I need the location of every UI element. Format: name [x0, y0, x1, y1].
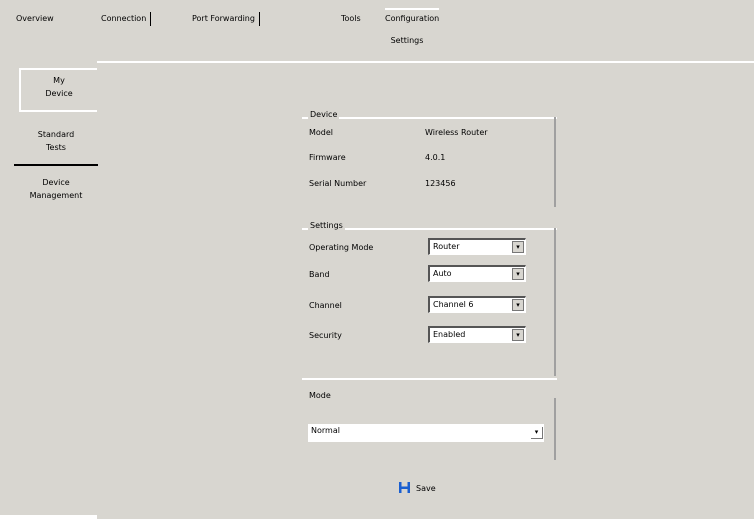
side-tab-label-line2: Tests	[46, 143, 66, 152]
mode-group-title: Mode	[309, 391, 331, 400]
mode-value: Normal	[311, 426, 340, 435]
dropdown-arrow-icon[interactable]: ▾	[512, 329, 524, 341]
device-model-label: Model	[309, 128, 334, 137]
settings-group-title: Settings	[308, 221, 345, 230]
tab-connection[interactable]: Connection	[101, 12, 152, 26]
side-tab-label-line2: Device	[45, 89, 73, 98]
dropdown-arrow-icon[interactable]: ▾	[512, 299, 524, 311]
device-model-value: Wireless Router	[425, 128, 488, 137]
dropdown-arrow-icon[interactable]: ▾	[512, 241, 524, 253]
tab-tools[interactable]: Tools	[341, 12, 361, 26]
save-label: Save	[416, 484, 436, 493]
operating-mode-label: Operating Mode	[309, 243, 374, 252]
side-tab-label-line1: Device	[42, 178, 70, 187]
side-tab-label-line1: Standard	[37, 130, 75, 139]
sub-header-title: Settings	[390, 36, 424, 45]
side-tab-device-management[interactable]: Device Management	[14, 176, 98, 208]
device-group-title: Device	[308, 110, 340, 119]
band-label: Band	[309, 270, 330, 279]
dropdown-arrow-icon[interactable]: ▾	[512, 268, 524, 280]
side-tab-label-line1: My	[53, 76, 65, 85]
dropdown-arrow-icon[interactable]: ▾	[531, 427, 543, 439]
tab-overview[interactable]: Overview	[16, 12, 54, 26]
device-firmware-value: 4.0.1	[425, 153, 446, 162]
security-value: Enabled	[433, 330, 466, 339]
operating-mode-select[interactable]: Router ▾	[428, 238, 526, 255]
channel-label: Channel	[309, 301, 342, 310]
device-serial-value: 123456	[425, 179, 456, 188]
side-tab-label-line2: Management	[29, 191, 83, 200]
side-tab-standard-tests[interactable]: Standard Tests	[14, 124, 98, 166]
left-panel-edge	[0, 515, 97, 519]
operating-mode-value: Router	[433, 242, 460, 251]
security-label: Security	[309, 331, 342, 340]
channel-select[interactable]: Channel 6 ▾	[428, 296, 526, 313]
save-button[interactable]: Save	[399, 482, 436, 496]
band-select[interactable]: Auto ▾	[428, 265, 526, 282]
header-divider	[97, 61, 754, 63]
tab-configuration[interactable]: Configuration	[385, 8, 440, 26]
side-tab-my-device[interactable]: My Device	[19, 68, 97, 112]
tab-port-forwarding[interactable]: Port Forwarding	[192, 12, 260, 26]
device-serial-label: Serial Number	[309, 179, 367, 188]
channel-value: Channel 6	[433, 300, 474, 309]
band-value: Auto	[433, 269, 452, 278]
mode-select[interactable]: Normal ▾	[308, 424, 544, 442]
top-tab-bar: Overview Connection Port Forwarding Tool…	[0, 0, 754, 32]
security-select[interactable]: Enabled ▾	[428, 326, 526, 343]
device-firmware-label: Firmware	[309, 153, 346, 162]
save-icon	[399, 482, 410, 493]
